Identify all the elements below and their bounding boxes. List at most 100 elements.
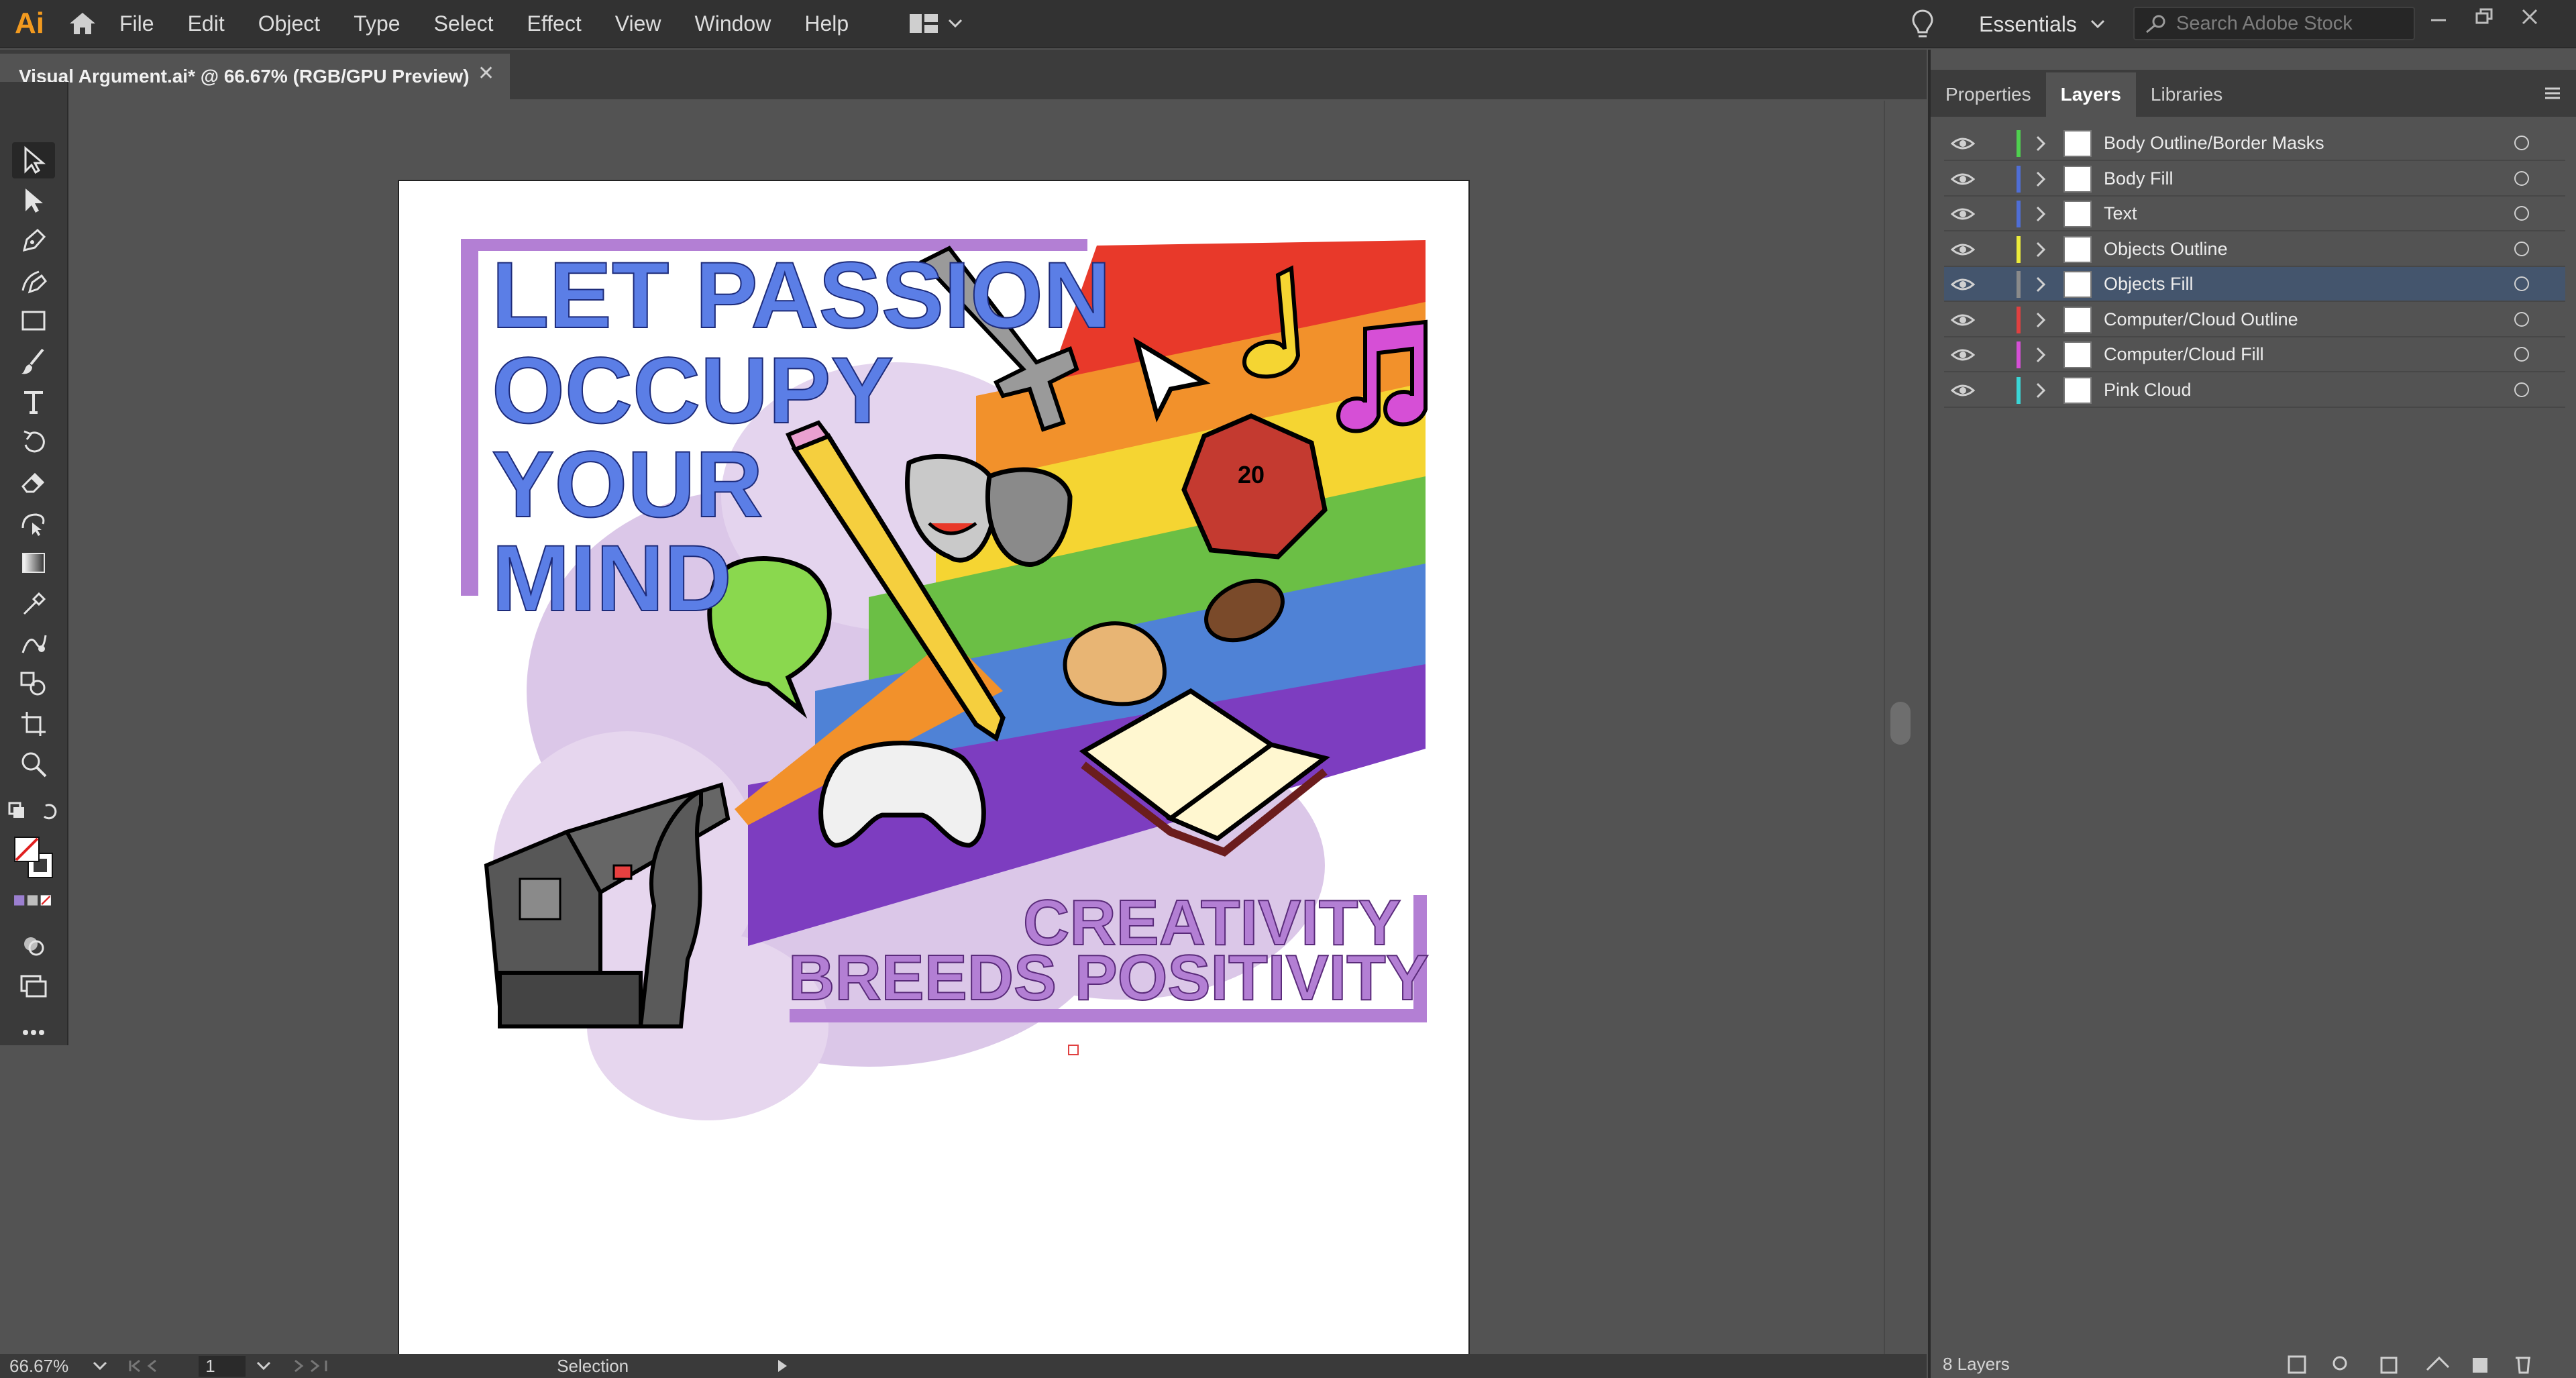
zoom-tool[interactable] (12, 746, 55, 782)
more-tools-button[interactable] (12, 1014, 55, 1051)
target-circle-icon[interactable] (2514, 382, 2529, 397)
fill-stroke-swatch[interactable] (12, 827, 55, 887)
close-icon[interactable] (2520, 7, 2540, 27)
rectangle-tool[interactable] (12, 303, 55, 339)
target-circle-icon[interactable] (2514, 241, 2529, 256)
shape-builder-tool[interactable] (12, 666, 55, 702)
target-circle-icon[interactable] (2514, 347, 2529, 362)
layer-row[interactable]: Computer/Cloud Outline (1944, 303, 2565, 337)
direct-selection-tool[interactable] (12, 182, 55, 219)
menu-select[interactable]: Select (434, 11, 494, 36)
headline-line-4: MIND (492, 525, 732, 631)
lightbulb-icon[interactable] (1904, 5, 1941, 43)
rotate-tool[interactable] (12, 424, 55, 460)
menu-edit[interactable]: Edit (188, 11, 225, 36)
eye-icon[interactable] (1951, 275, 1975, 294)
menu-file[interactable]: File (119, 11, 154, 36)
expand-chevron-icon[interactable] (2031, 311, 2050, 329)
expand-chevron-icon[interactable] (2031, 275, 2050, 294)
arrange-documents-button[interactable] (909, 0, 963, 48)
chevron-down-icon[interactable] (93, 1361, 107, 1371)
tab-layers[interactable]: Layers (2045, 72, 2136, 117)
eye-icon[interactable] (1951, 134, 1975, 153)
chevron-down-icon[interactable] (256, 1361, 271, 1371)
color-mode-buttons[interactable] (12, 887, 55, 914)
minimize-icon[interactable] (2428, 7, 2449, 27)
layer-name: Computer/Cloud Outline (2104, 309, 2298, 329)
type-tool[interactable] (12, 384, 55, 420)
curvature-tool[interactable] (12, 263, 55, 299)
artboard-tool[interactable] (12, 706, 55, 742)
menu-window[interactable]: Window (695, 11, 771, 36)
eyedropper-tool[interactable] (12, 585, 55, 621)
more-icon (23, 1030, 44, 1035)
expand-chevron-icon[interactable] (2031, 346, 2050, 364)
layer-color-swatch (2017, 376, 2021, 404)
layer-row[interactable]: Text (1944, 197, 2565, 231)
target-circle-icon[interactable] (2514, 170, 2529, 186)
layer-row[interactable]: Pink Cloud (1944, 373, 2565, 408)
expand-chevron-icon[interactable] (2031, 205, 2050, 223)
close-tab-button[interactable]: ✕ (478, 62, 504, 89)
swap-fill-stroke[interactable] (5, 793, 62, 829)
artboard[interactable]: 20 LET PASSION OCCUPY YOUR MIND CREATIVI… (398, 180, 1470, 1363)
selection-tool[interactable] (12, 142, 55, 178)
eye-icon[interactable] (1951, 205, 1975, 223)
zoom-level[interactable]: 66.67% (9, 1356, 68, 1377)
artboard-number-field[interactable]: 1 (199, 1355, 246, 1377)
eraser-tool[interactable] (12, 464, 55, 500)
expand-chevron-icon[interactable] (2031, 240, 2050, 259)
tab-properties[interactable]: Properties (1931, 72, 2046, 117)
zoom-icon (21, 752, 47, 778)
panel-menu-icon[interactable] (2542, 83, 2563, 103)
shape-builder-icon (20, 672, 46, 696)
draw-mode-tool[interactable] (12, 927, 55, 963)
layer-row[interactable]: Body Fill (1944, 162, 2565, 197)
scrollbar-thumb[interactable] (1890, 702, 1911, 745)
target-circle-icon[interactable] (2514, 276, 2529, 291)
layer-action-icons[interactable] (2288, 1353, 2556, 1375)
eye-icon[interactable] (1951, 381, 1975, 400)
expand-chevron-icon[interactable] (2031, 381, 2050, 400)
menu-object[interactable]: Object (258, 11, 320, 36)
left-frame-bar (461, 239, 478, 596)
expand-chevron-icon[interactable] (2031, 170, 2050, 189)
screen-mode-tool[interactable] (12, 967, 55, 1004)
layer-row[interactable]: Body Outline/Border Masks (1944, 126, 2565, 161)
pen-tool[interactable] (12, 223, 55, 259)
menu-type[interactable]: Type (354, 11, 400, 36)
free-transform-tool[interactable] (12, 505, 55, 541)
tab-libraries[interactable]: Libraries (2136, 72, 2237, 117)
expand-chevron-icon[interactable] (2031, 134, 2050, 153)
eye-icon[interactable] (1951, 346, 1975, 364)
swap-colors-icon (8, 802, 57, 820)
target-circle-icon[interactable] (2514, 136, 2529, 150)
poster-artwork[interactable]: 20 LET PASSION OCCUPY YOUR MIND CREATIVI… (399, 181, 1471, 1365)
artboard-prev-icons[interactable] (127, 1358, 192, 1374)
layer-color-swatch (2017, 201, 2021, 227)
target-circle-icon[interactable] (2514, 206, 2529, 221)
layer-color-swatch (2017, 165, 2021, 193)
artboard-next-icons[interactable] (291, 1358, 356, 1374)
blend-tool[interactable] (12, 625, 55, 661)
document-tab[interactable]: Visual Argument.ai* @ 66.67% (RGB/GPU Pr… (0, 54, 510, 99)
target-circle-icon[interactable] (2514, 311, 2529, 327)
home-icon[interactable] (59, 0, 106, 48)
menu-view[interactable]: View (615, 11, 661, 36)
type-icon (24, 391, 43, 414)
layer-row[interactable]: Objects Outline (1944, 232, 2565, 267)
restore-icon[interactable] (2474, 7, 2494, 27)
eye-icon[interactable] (1951, 170, 1975, 189)
layer-row[interactable]: Computer/Cloud Fill (1944, 337, 2565, 372)
menu-effect[interactable]: Effect (527, 11, 582, 36)
workspace-switcher[interactable]: Essentials (1979, 8, 2105, 40)
gradient-tool[interactable] (12, 545, 55, 581)
eye-icon[interactable] (1951, 311, 1975, 329)
play-triangle-icon[interactable] (776, 1359, 788, 1373)
search-adobe-stock-input[interactable]: Search Adobe Stock (2133, 7, 2415, 40)
menu-help[interactable]: Help (804, 11, 849, 36)
eye-icon[interactable] (1951, 240, 1975, 259)
paintbrush-tool[interactable] (12, 343, 55, 380)
workspace-label: Essentials (1979, 11, 2077, 36)
layer-row[interactable]: Objects Fill (1944, 267, 2565, 302)
